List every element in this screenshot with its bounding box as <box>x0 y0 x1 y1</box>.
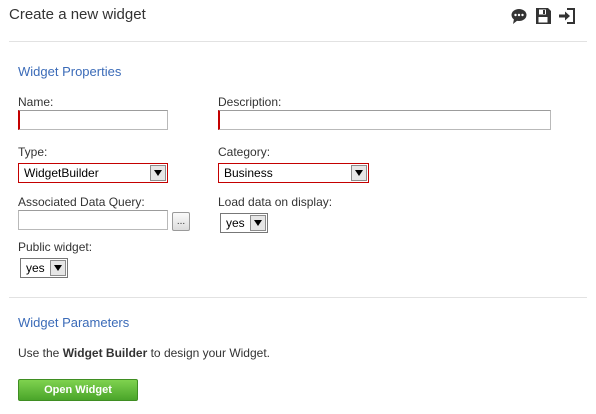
widget-parameters-heading: Widget Parameters <box>18 315 130 330</box>
load-data-select[interactable]: yes <box>220 213 268 233</box>
browse-query-button[interactable]: ... <box>172 212 190 231</box>
public-widget-label: Public widget: <box>18 240 93 254</box>
widget-properties-heading: Widget Properties <box>18 64 122 79</box>
name-label: Name: <box>18 95 54 109</box>
chevron-down-icon <box>351 165 367 181</box>
load-data-value: yes <box>226 216 245 230</box>
description-label: Description: <box>218 95 282 109</box>
data-query-field[interactable] <box>18 210 168 230</box>
page-title: Create a new widget <box>9 6 146 23</box>
builder-instructions: Use the Widget Builder to design your Wi… <box>18 346 270 360</box>
section-divider <box>9 297 587 298</box>
public-widget-value: yes <box>26 261 45 275</box>
open-widget-button[interactable]: Open Widget <box>18 379 138 401</box>
widget-builder-emphasis: Widget Builder <box>62 346 148 360</box>
chevron-down-icon <box>250 215 266 231</box>
header-toolbar <box>510 7 576 25</box>
comment-icon[interactable] <box>510 7 528 25</box>
public-widget-select[interactable]: yes <box>20 258 68 278</box>
load-data-label: Load data on display: <box>218 195 333 209</box>
name-field[interactable] <box>18 110 168 130</box>
chevron-down-icon <box>50 260 66 276</box>
type-select-value: WidgetBuilder <box>24 166 99 180</box>
builder-text-prefix: Use the <box>18 346 63 360</box>
chevron-down-icon <box>150 165 166 181</box>
type-select[interactable]: WidgetBuilder <box>18 163 168 183</box>
type-label: Type: <box>18 145 48 159</box>
exit-icon[interactable] <box>558 7 576 25</box>
save-icon[interactable] <box>534 7 552 25</box>
category-select[interactable]: Business <box>218 163 369 183</box>
category-select-value: Business <box>224 166 273 180</box>
data-query-label: Associated Data Query: <box>18 195 145 209</box>
header-divider <box>9 41 587 42</box>
builder-text-suffix: to design your Widget. <box>147 346 270 360</box>
description-field[interactable] <box>218 110 551 130</box>
category-label: Category: <box>218 145 271 159</box>
